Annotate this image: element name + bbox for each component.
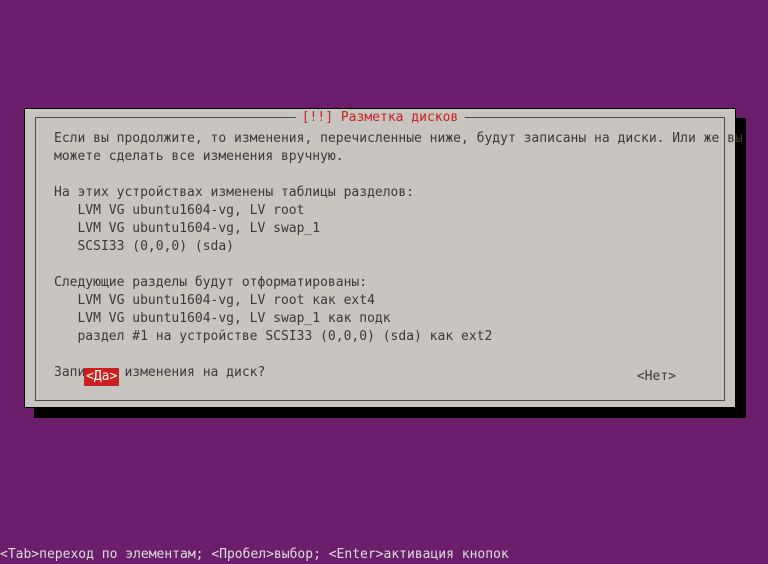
yes-button[interactable]: <Да> bbox=[84, 368, 119, 386]
partition-dialog: [!!] Разметка дисков Если вы продолжите,… bbox=[24, 108, 736, 408]
dialog-border: [!!] Разметка дисков Если вы продолжите,… bbox=[35, 117, 725, 401]
no-button[interactable]: <Нет> bbox=[637, 368, 676, 386]
help-bar: <Tab>переход по элементам; <Пробел>выбор… bbox=[0, 546, 509, 564]
dialog-title: [!!] Разметка дисков bbox=[296, 109, 465, 127]
dialog-body: Если вы продолжите, то изменения, перечи… bbox=[54, 130, 706, 382]
dialog-buttons: <Да> <Нет> bbox=[84, 368, 676, 386]
